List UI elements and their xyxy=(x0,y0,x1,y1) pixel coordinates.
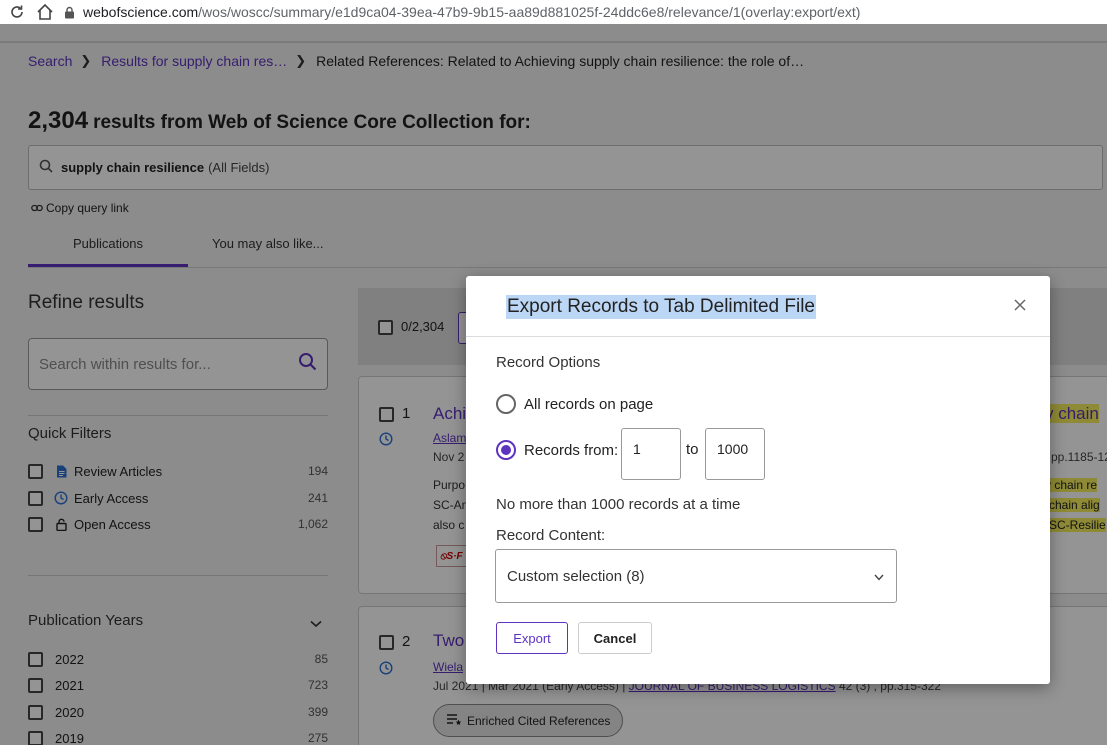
chevron-down-icon xyxy=(874,568,884,585)
option-range-label: Records from: xyxy=(524,441,619,459)
close-icon[interactable] xyxy=(1010,295,1030,315)
record-limit-note: No more than 1000 records at a time xyxy=(496,496,741,513)
browser-url-bar: webofscience.com/wos/woscc/summary/e1d9c… xyxy=(0,0,1107,24)
option-records-range[interactable]: Records from: xyxy=(496,440,618,460)
radio-button-checked[interactable] xyxy=(496,440,516,460)
range-to-input[interactable]: 1000 xyxy=(705,428,765,480)
reload-icon[interactable] xyxy=(6,1,28,23)
record-content-label: Record Content: xyxy=(496,527,606,544)
export-dialog: Export Records to Tab Delimited File Rec… xyxy=(466,276,1050,684)
url-path: /wos/woscc/summary/e1d9ca04-39ea-47b9-9b… xyxy=(198,4,861,20)
lock-icon xyxy=(64,6,75,19)
record-content-value: Custom selection (8) xyxy=(507,567,645,585)
dialog-divider xyxy=(466,336,1050,337)
export-button[interactable]: Export xyxy=(496,622,568,654)
cancel-button[interactable]: Cancel xyxy=(578,622,652,654)
record-content-select[interactable]: Custom selection (8) xyxy=(495,549,897,603)
radio-dot xyxy=(501,445,511,455)
range-to-label: to xyxy=(686,441,699,458)
range-from-input[interactable]: 1 xyxy=(621,428,681,480)
radio-button[interactable] xyxy=(496,394,516,414)
home-icon[interactable] xyxy=(34,1,56,23)
dialog-title: Export Records to Tab Delimited File xyxy=(506,295,816,319)
record-options-label: Record Options xyxy=(496,354,601,371)
url-host: webofscience.com xyxy=(83,4,199,20)
option-all-label: All records on page xyxy=(524,395,654,413)
address-field[interactable]: webofscience.com/wos/woscc/summary/e1d9c… xyxy=(64,4,860,20)
option-all-records[interactable]: All records on page xyxy=(496,394,653,414)
